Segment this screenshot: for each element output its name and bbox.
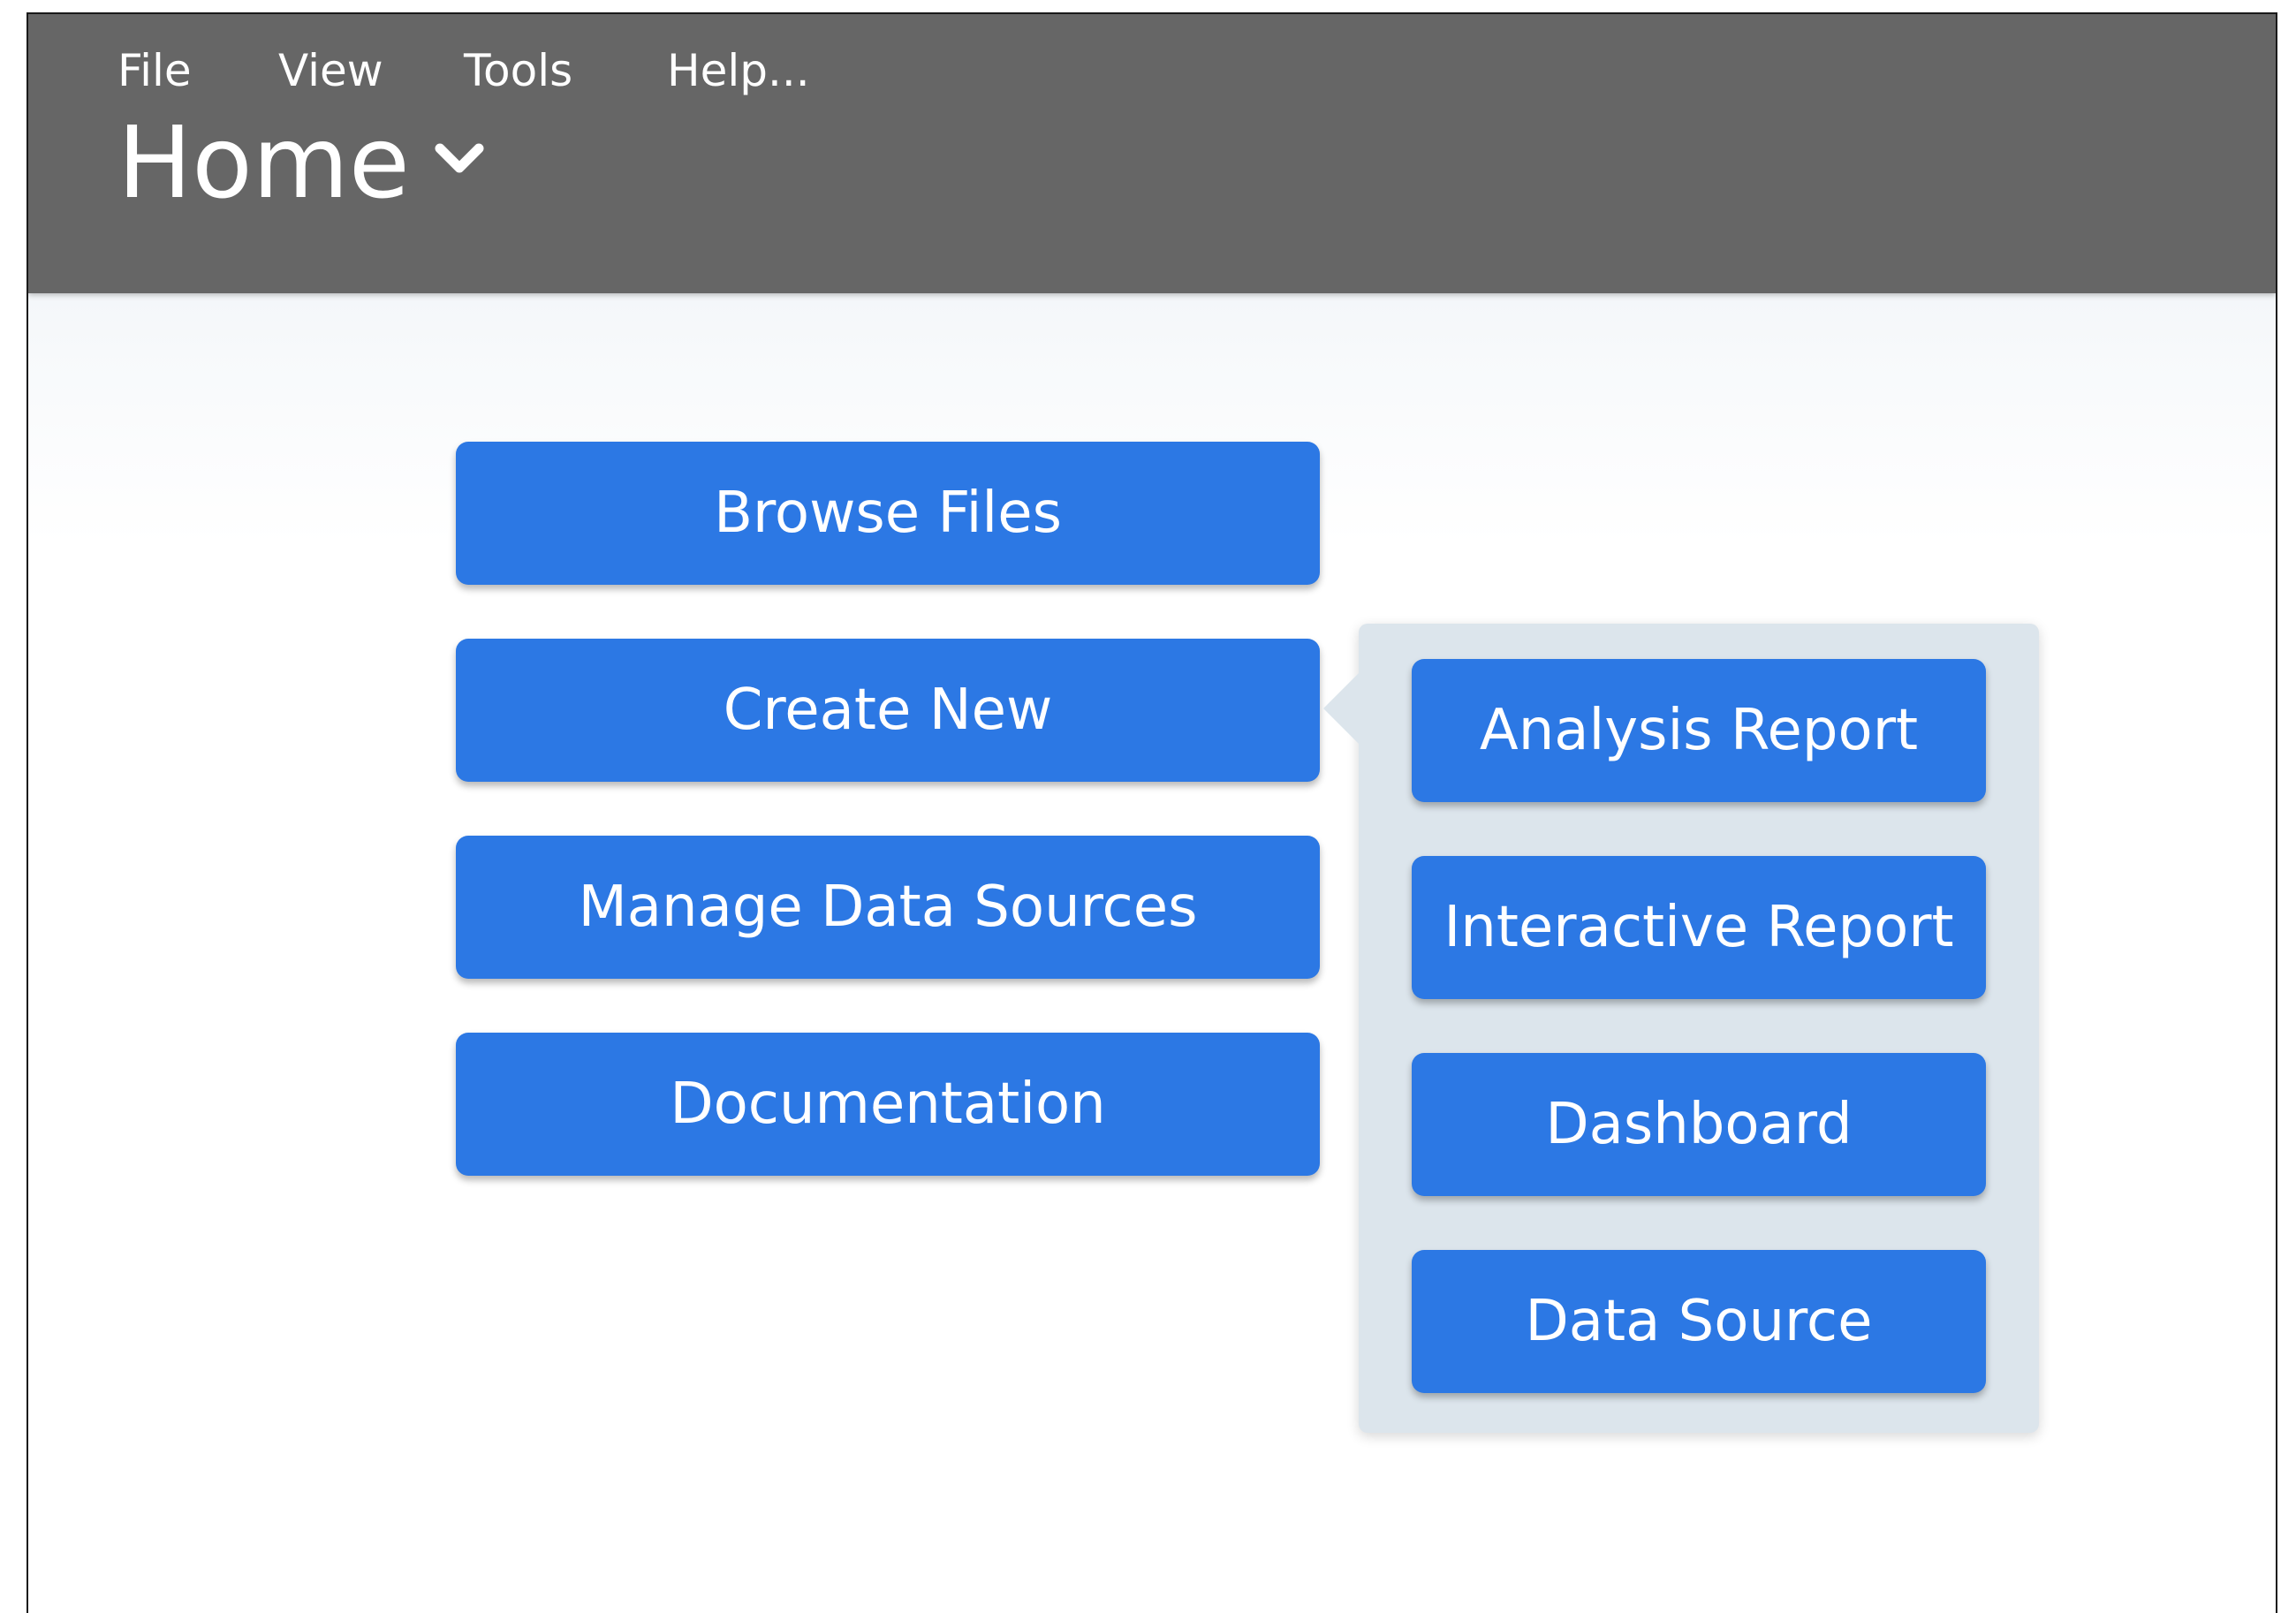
manage-data-sources-button[interactable]: Manage Data Sources [456,836,1320,979]
data-source-button[interactable]: Data Source [1412,1250,1986,1393]
menu-help[interactable]: Help... [667,35,810,106]
menu-file[interactable]: File [117,35,192,106]
header-bar: File View Tools Help... Home [28,14,2276,293]
analysis-report-button[interactable]: Analysis Report [1412,659,1986,802]
browse-files-button[interactable]: Browse Files [456,442,1320,585]
documentation-button[interactable]: Documentation [456,1033,1320,1176]
page-title: Home [117,106,410,221]
interactive-report-button[interactable]: Interactive Report [1412,856,1986,999]
create-new-button[interactable]: Create New [456,639,1320,782]
dashboard-button[interactable]: Dashboard [1412,1053,1986,1196]
chevron-down-icon [435,143,484,173]
menu-view[interactable]: View [278,35,383,106]
create-new-submenu: Analysis Report Interactive Report Dashb… [1323,624,2039,1433]
app-window: File View Tools Help... Home Browse File… [27,12,2277,1613]
page-title-dropdown[interactable]: Home [117,106,484,221]
submenu-pointer [1323,673,1359,744]
menu-tools[interactable]: Tools [464,35,572,106]
